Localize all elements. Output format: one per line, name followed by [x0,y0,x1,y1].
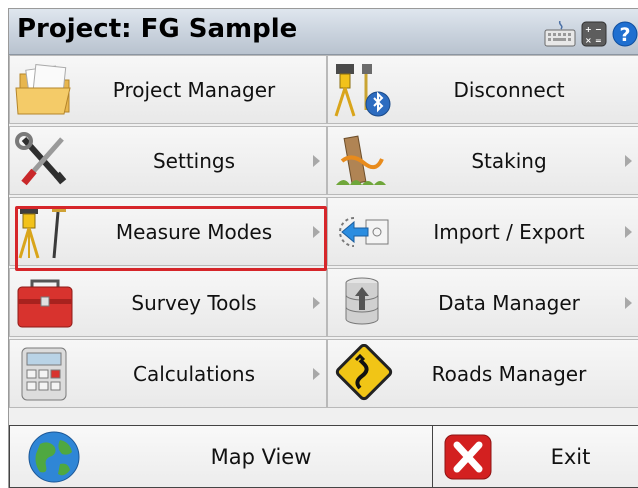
import-export-label: Import / Export [433,219,585,244]
chevron-right-icon [313,368,320,380]
calculations-button[interactable]: Calculations [9,339,327,408]
database-icon [345,277,379,325]
project-manager-label: Project Manager [112,77,276,102]
wrench-screwdriver-icon [15,132,67,186]
total-station-icon [18,206,66,259]
calculator-icon[interactable]: + − × = [581,21,607,47]
roads-manager-label: Roads Manager [431,361,587,386]
exit-x-icon [444,434,492,480]
svg-text:=: = [595,36,602,45]
winding-road-sign-icon [335,344,393,401]
import-export-button[interactable]: Import / Export [327,197,638,266]
chevron-right-icon [313,226,320,238]
svg-text:+: + [585,25,592,34]
exit-label: Exit [550,444,591,469]
roads-manager-button[interactable]: Roads Manager [327,339,638,408]
import-export-icon [339,217,389,247]
measure-modes-label: Measure Modes [115,219,273,244]
svg-text:?: ? [619,24,630,46]
globe-icon [28,431,80,483]
settings-button[interactable]: Settings [9,126,327,195]
data-manager-label: Data Manager [438,290,580,315]
svg-text:−: − [595,25,602,34]
calculations-label: Calculations [133,361,255,386]
staking-label: Staking [471,148,547,173]
chevron-right-icon [313,297,320,309]
keyboard-icon[interactable] [544,21,576,47]
app-window: Project: FG Sample + − × = ? Project Man… [8,8,638,488]
folder-icon [15,63,71,115]
exit-button[interactable]: Exit [433,425,638,488]
svg-text:×: × [585,36,592,45]
survey-tools-label: Survey Tools [131,290,257,315]
measure-modes-button[interactable]: Measure Modes [9,197,327,266]
stake-icon [336,135,386,185]
map-view-button[interactable]: Map View [9,425,433,488]
page-title: Project: FG Sample [17,14,298,44]
map-view-label: Map View [210,444,312,469]
chevron-right-icon [625,226,632,238]
disconnect-button[interactable]: Disconnect [327,55,638,124]
disconnect-label: Disconnect [453,77,565,102]
chevron-right-icon [313,155,320,167]
chevron-right-icon [625,155,632,167]
instrument-bluetooth-icon [334,64,391,117]
chevron-right-icon [625,297,632,309]
help-icon[interactable]: ? [612,21,638,47]
settings-label: Settings [152,148,236,173]
staking-button[interactable]: Staking [327,126,638,195]
project-manager-button[interactable]: Project Manager [9,55,327,124]
calculator-large-icon [21,347,67,401]
data-manager-button[interactable]: Data Manager [327,268,638,337]
toolbox-icon [17,279,73,328]
survey-tools-button[interactable]: Survey Tools [9,268,327,337]
title-bar: Project: FG Sample + − × = ? [9,9,638,55]
